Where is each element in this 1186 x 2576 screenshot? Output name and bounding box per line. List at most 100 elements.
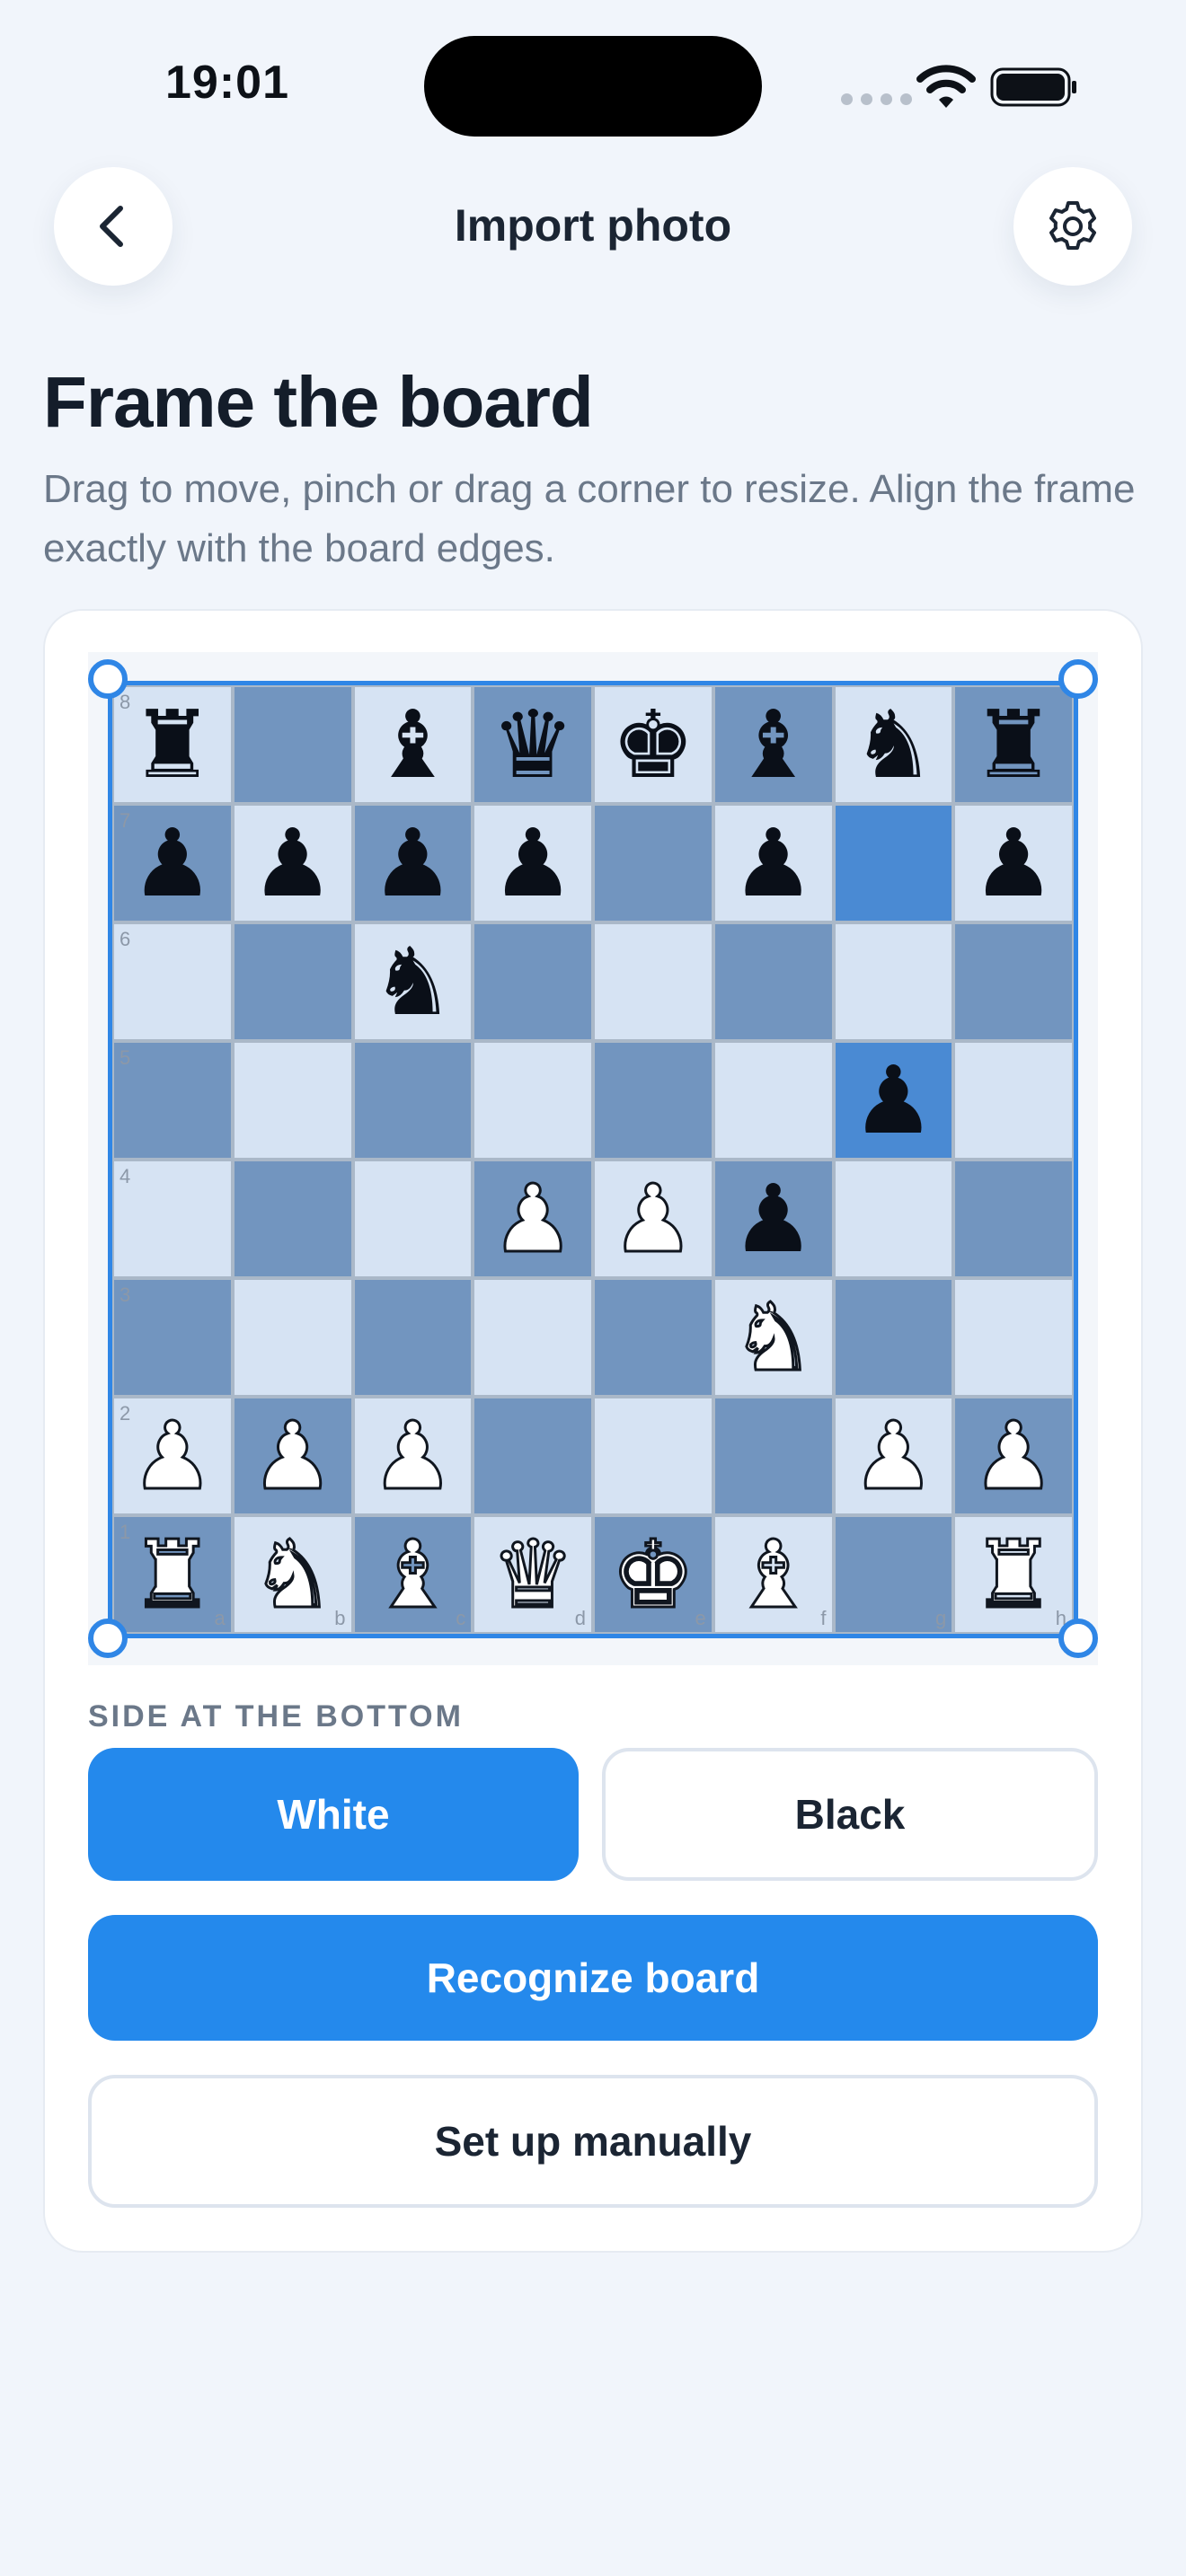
crop-handle-top-right[interactable] xyxy=(1058,659,1098,699)
square-e4: ♟ xyxy=(593,1160,713,1278)
settings-button[interactable] xyxy=(1013,167,1132,286)
black-pawn-icon: ♟ xyxy=(130,808,215,918)
black-pawn-icon: ♟ xyxy=(491,808,575,918)
page-title: Frame the board xyxy=(43,362,594,442)
white-bishop-icon: ♝ xyxy=(369,1520,456,1629)
square-g8: ♞ xyxy=(833,685,954,804)
black-pawn-icon: ♟ xyxy=(851,1045,935,1155)
rank-label: 5 xyxy=(119,1046,131,1069)
square-h7: ♟ xyxy=(953,804,1074,922)
black-rook-icon: ♜ xyxy=(130,690,215,799)
square-g1: g xyxy=(833,1515,954,1634)
square-f6 xyxy=(712,922,834,1041)
square-a8: 8 ♜ xyxy=(112,685,233,804)
status-time: 19:01 xyxy=(165,57,289,109)
square-d5 xyxy=(473,1041,593,1160)
square-d1: d ♛ xyxy=(473,1515,593,1634)
white-pawn-icon: ♟ xyxy=(610,1164,696,1274)
file-label: f xyxy=(820,1607,827,1629)
square-g6 xyxy=(833,922,954,1041)
black-pawn-icon: ♟ xyxy=(971,808,1056,918)
square-a5: 5 xyxy=(112,1041,233,1160)
square-c8: ♝ xyxy=(352,685,474,804)
black-knight-icon: ♞ xyxy=(370,927,455,1037)
square-b3 xyxy=(232,1278,353,1397)
battery-icon xyxy=(990,67,1076,107)
white-rook-icon: ♜ xyxy=(970,1520,1057,1629)
crop-handle-bottom-right[interactable] xyxy=(1058,1619,1098,1658)
black-pawn-icon: ♟ xyxy=(731,808,816,918)
square-d6 xyxy=(473,922,593,1041)
page-subtitle: Drag to move, pinch or drag a corner to … xyxy=(43,467,1136,570)
side-selector-label: SIDE AT THE BOTTOM xyxy=(88,1699,464,1734)
square-b7: ♟ xyxy=(232,804,353,922)
square-d8: ♛ xyxy=(473,685,593,804)
square-h5 xyxy=(953,1041,1074,1160)
square-h6 xyxy=(953,922,1074,1041)
crop-handle-bottom-left[interactable] xyxy=(88,1619,128,1658)
recognize-board-button[interactable]: Recognize board xyxy=(88,1915,1098,2041)
side-white-button[interactable]: White xyxy=(88,1748,579,1881)
white-rook-icon: ♜ xyxy=(129,1520,216,1629)
white-knight-icon: ♞ xyxy=(730,1283,816,1392)
black-knight-icon: ♞ xyxy=(851,690,935,799)
file-label: e xyxy=(695,1607,706,1629)
square-e5 xyxy=(593,1041,713,1160)
square-c6: ♞ xyxy=(352,922,474,1041)
square-a7: 7 ♟ xyxy=(112,804,233,922)
square-e2 xyxy=(593,1397,713,1515)
square-b2: ♟ xyxy=(232,1397,353,1515)
square-f8: ♝ xyxy=(712,685,834,804)
file-label: a xyxy=(214,1607,226,1629)
file-label: b xyxy=(334,1607,346,1629)
square-e8: ♚ xyxy=(593,685,713,804)
cellular-signal-icon xyxy=(841,93,912,105)
square-e3 xyxy=(593,1278,713,1397)
square-h2: ♟ xyxy=(953,1397,1074,1515)
square-a4: 4 xyxy=(112,1160,233,1278)
black-rook-icon: ♜ xyxy=(971,690,1056,799)
square-d7: ♟ xyxy=(473,804,593,922)
square-c5 xyxy=(352,1041,474,1160)
crop-handle-top-left[interactable] xyxy=(88,659,128,699)
square-h1: h ♜ xyxy=(953,1515,1074,1634)
white-king-icon: ♚ xyxy=(610,1520,696,1629)
square-f4: ♟ xyxy=(712,1160,834,1278)
setup-manually-button[interactable]: Set up manually xyxy=(88,2075,1098,2208)
square-b5 xyxy=(232,1041,353,1160)
square-c7: ♟ xyxy=(352,804,474,922)
rank-label: 7 xyxy=(119,809,131,832)
white-queen-icon: ♛ xyxy=(490,1520,576,1629)
square-f1: f ♝ xyxy=(712,1515,834,1634)
header-title: Import photo xyxy=(454,200,732,251)
square-c4 xyxy=(352,1160,474,1278)
square-d2 xyxy=(473,1397,593,1515)
square-c3 xyxy=(352,1278,474,1397)
black-pawn-icon: ♟ xyxy=(731,1164,816,1274)
crop-frame[interactable]: 8 ♜ ♝ ♛ ♚ ♝ ♞ ♜ 7 ♟ ♟ ♟ ♟ ♟ ♟ 6 ♞ 5 ♟ 4 ♟ ♟ ♟ 3 ♞ 2 ♟ ♟ ♟ ♟ ♟ 1 a ♜ b ♞ c ♝ d ♛… xyxy=(108,681,1078,1638)
rank-label: 4 xyxy=(119,1165,131,1187)
square-g2: ♟ xyxy=(833,1397,954,1515)
black-king-icon: ♚ xyxy=(611,690,695,799)
square-b8 xyxy=(232,685,353,804)
white-bishop-icon: ♝ xyxy=(730,1520,816,1629)
wifi-icon xyxy=(916,65,976,108)
side-black-button[interactable]: Black xyxy=(602,1748,1098,1881)
square-a2: 2 ♟ xyxy=(112,1397,233,1515)
square-g5: ♟ xyxy=(833,1041,954,1160)
file-label: c xyxy=(456,1607,466,1629)
square-g7 xyxy=(833,804,954,922)
white-pawn-icon: ♟ xyxy=(850,1401,936,1511)
square-f3: ♞ xyxy=(712,1278,834,1397)
white-pawn-icon: ♟ xyxy=(369,1401,456,1511)
square-d4: ♟ xyxy=(473,1160,593,1278)
white-knight-icon: ♞ xyxy=(249,1520,335,1629)
black-bishop-icon: ♝ xyxy=(370,690,455,799)
square-a3: 3 xyxy=(112,1278,233,1397)
square-b4 xyxy=(232,1160,353,1278)
square-e6 xyxy=(593,922,713,1041)
square-e7 xyxy=(593,804,713,922)
square-f5 xyxy=(712,1041,834,1160)
square-g3 xyxy=(833,1278,954,1397)
black-pawn-icon: ♟ xyxy=(370,808,455,918)
